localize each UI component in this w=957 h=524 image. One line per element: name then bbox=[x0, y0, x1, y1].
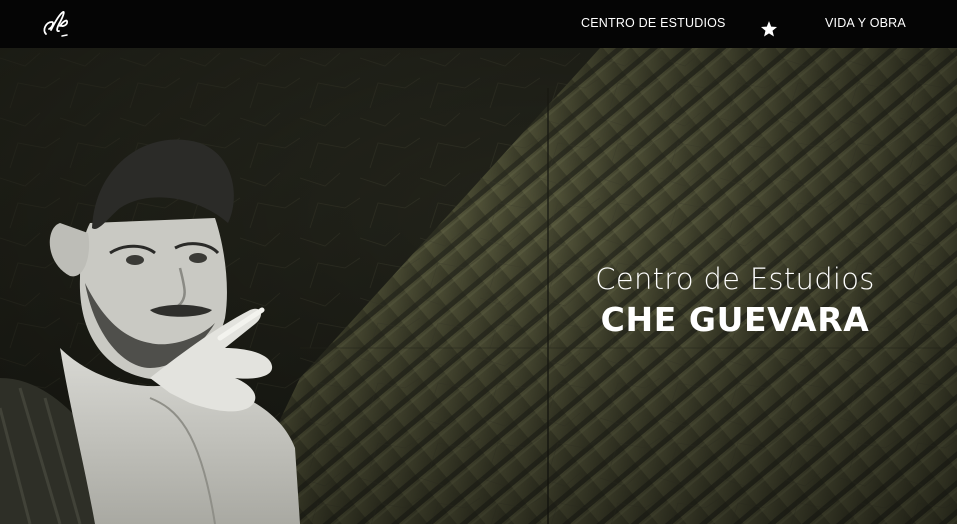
hero-subtitle: Centro de Estudios bbox=[595, 262, 875, 296]
hero-heading: Centro de Estudios CHE GUEVARA bbox=[560, 260, 910, 342]
hero-banner: Centro de Estudios CHE GUEVARA bbox=[0, 48, 957, 524]
signature-logo[interactable] bbox=[40, 8, 74, 40]
star-icon bbox=[760, 20, 778, 38]
signature-logo-icon bbox=[43, 11, 69, 37]
nav-link-centro-de-estudios[interactable]: CENTRO DE ESTUDIOS bbox=[581, 16, 726, 30]
top-navbar: CENTRO DE ESTUDIOS VIDA Y OBRA bbox=[0, 0, 957, 48]
nav-link-vida-y-obra[interactable]: VIDA Y OBRA bbox=[825, 16, 906, 30]
hero-title: CHE GUEVARA bbox=[600, 300, 870, 339]
